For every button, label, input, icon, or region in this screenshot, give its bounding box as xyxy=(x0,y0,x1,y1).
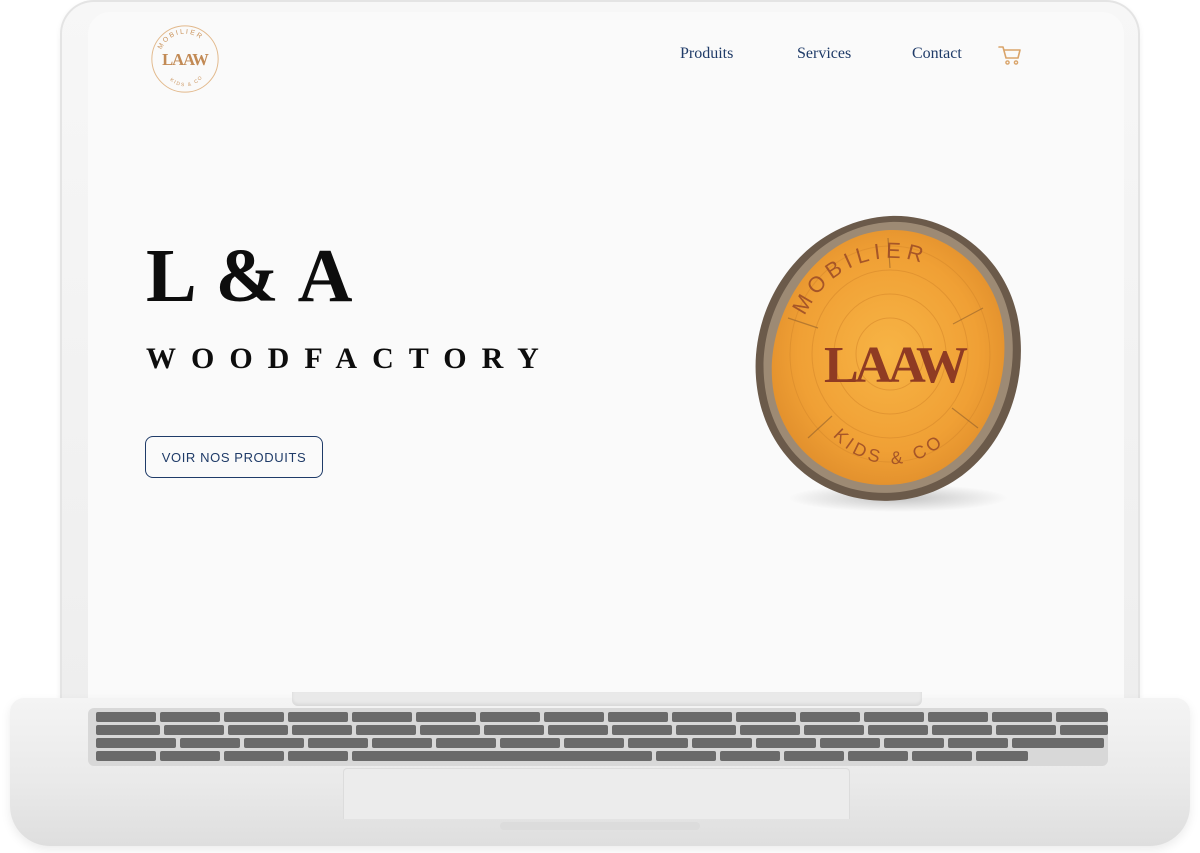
nav-link-contact[interactable]: Contact xyxy=(912,45,962,63)
browser-viewport: MOBILIER KIDS & CO LAAW Produits Service… xyxy=(88,12,1124,702)
svg-text:KIDS & CO: KIDS & CO xyxy=(169,74,205,88)
main-nav: Produits Services Contact xyxy=(88,45,1124,69)
nav-link-produits[interactable]: Produits xyxy=(680,45,733,63)
logo-bottom-text: KIDS & CO xyxy=(169,74,204,88)
wood-slice-logo-image: MOBILIER KIDS & CO LAAW xyxy=(755,215,1021,512)
nav-link-services[interactable]: Services xyxy=(797,45,851,63)
key-row xyxy=(96,725,1108,735)
shopping-cart-icon[interactable] xyxy=(997,43,1023,67)
hero-title: L & A xyxy=(146,234,355,318)
trackpad xyxy=(343,768,850,819)
laptop-hinge xyxy=(292,692,922,706)
wood-logo-monogram: LAAW xyxy=(824,337,968,394)
key-row xyxy=(96,751,1028,761)
voir-nos-produits-button[interactable]: VOIR NOS PRODUITS xyxy=(145,436,323,478)
hero-subtitle: WOODFACTORY xyxy=(146,342,554,375)
key-row xyxy=(96,712,1108,722)
lid-notch xyxy=(500,822,700,830)
key-row xyxy=(96,738,1104,748)
